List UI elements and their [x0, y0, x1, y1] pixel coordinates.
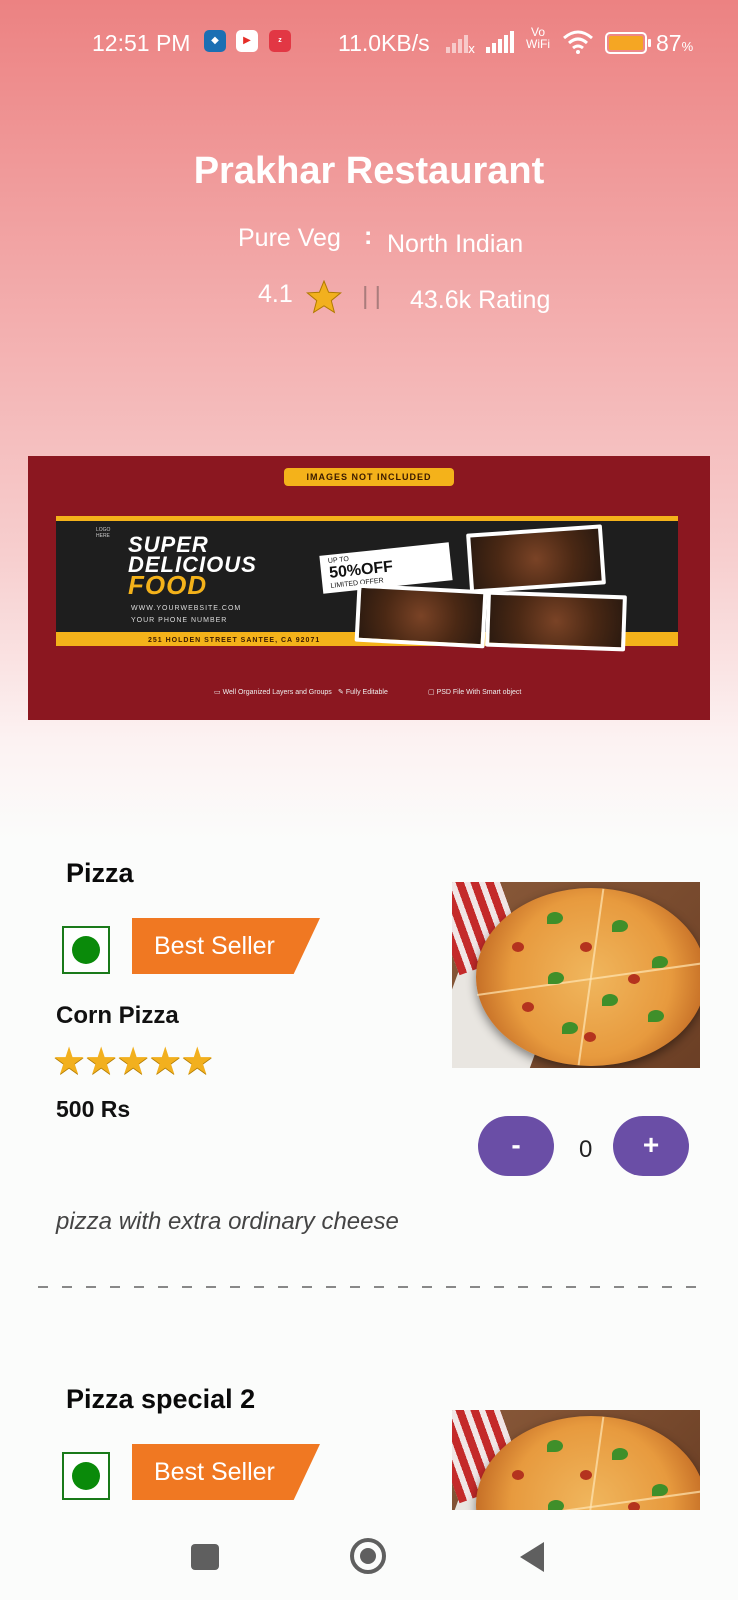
increase-quantity-button[interactable]: + — [613, 1116, 689, 1176]
vowifi-bottom: WiFi — [526, 37, 550, 51]
banner-feature-2: ✎ Fully Editable — [338, 689, 388, 696]
system-nav-bar — [0, 1510, 738, 1600]
best-seller-badge: Best Seller — [132, 918, 320, 974]
battery-percent: 87% — [656, 30, 694, 56]
zomato-icon: z — [269, 30, 291, 52]
rating-value: 4.1 — [258, 280, 293, 308]
status-bar: 12:51 PM ◆ ▶ z 11.0KB/s x Vo WiFi 87% — [0, 0, 738, 88]
banner-address: 251 HOLDEN STREET SANTEE, CA 92071 — [148, 637, 321, 644]
back-icon[interactable] — [520, 1542, 544, 1572]
banner-phone: YOUR PHONE NUMBER — [131, 617, 228, 624]
rating-divider: || — [362, 282, 387, 310]
banner-feature-3: ▢ PSD File With Smart object — [428, 689, 522, 696]
item-price: 500 Rs — [56, 1096, 131, 1122]
vowifi-indicator: Vo WiFi — [526, 26, 550, 50]
promo-banner[interactable]: IMAGES NOT INCLUDED LOGO HERE SUPER DELIC… — [28, 456, 710, 720]
signal-strong-icon — [486, 31, 514, 53]
restaurant-type: Pure Veg — [238, 224, 341, 252]
rating-count: 43.6k Rating — [410, 286, 551, 314]
decrease-quantity-button[interactable]: - — [478, 1116, 554, 1176]
status-time: 12:51 PM — [92, 30, 191, 56]
banner-feature-1: ▭ Well Organized Layers and Groups — [214, 689, 332, 696]
item-category: Pizza special 2 — [66, 1384, 256, 1414]
item-divider — [38, 1286, 700, 1288]
banner-card: LOGO HERE SUPER DELICIOUS FOOD WWW.YOURWE… — [56, 516, 678, 652]
battery-icon — [605, 32, 651, 54]
banner-headline: SUPER DELICIOUS FOOD — [128, 532, 257, 600]
svg-text:x: x — [468, 42, 475, 53]
banner-food-photo-2 — [354, 583, 488, 649]
veg-indicator-icon — [62, 1452, 110, 1500]
item-description: pizza with extra ordinary cheese — [56, 1208, 399, 1235]
recent-apps-icon[interactable] — [191, 1544, 219, 1570]
item-rating-stars: ★★★★★ — [52, 1041, 214, 1083]
signal-weak-icon: x — [446, 35, 475, 53]
banner-notice: IMAGES NOT INCLUDED — [284, 468, 454, 486]
home-icon[interactable] — [350, 1538, 386, 1574]
item-image[interactable] — [452, 882, 700, 1068]
veg-indicator-icon — [62, 926, 110, 974]
restaurant-cuisine: North Indian — [387, 230, 524, 258]
item-image[interactable] — [452, 1410, 700, 1510]
banner-logo: LOGO HERE — [96, 527, 111, 539]
quantity-value: 0 — [579, 1136, 593, 1163]
dominos-icon: ◆ — [204, 30, 226, 52]
item-category: Pizza — [66, 858, 134, 888]
banner-food-photo-3 — [485, 590, 627, 652]
best-seller-badge: Best Seller — [132, 1444, 320, 1500]
info-separator: : — [364, 222, 373, 250]
network-speed: 11.0KB/s — [338, 30, 430, 56]
banner-website: WWW.YOURWEBSITE.COM — [131, 605, 242, 612]
restaurant-name: Prakhar Restaurant — [193, 150, 545, 192]
star-icon — [306, 280, 342, 314]
youtube-icon: ▶ — [236, 30, 258, 52]
item-name: Corn Pizza — [56, 1002, 179, 1029]
wifi-icon — [563, 30, 593, 54]
banner-food-photo-1 — [466, 524, 606, 594]
